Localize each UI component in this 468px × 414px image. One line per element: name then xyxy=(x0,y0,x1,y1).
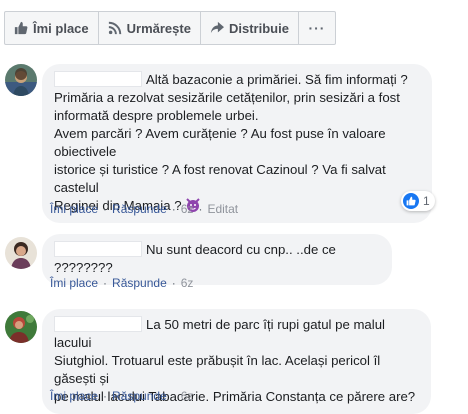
redacted-author-name[interactable] xyxy=(54,241,142,257)
comment-line: Altă bazaconie a primăriei. Să fim infor… xyxy=(54,71,420,89)
comment-timestamp[interactable]: 6z xyxy=(181,202,194,216)
comment-line: Nu sunt deacord cu cnp.. ..de ce ???????… xyxy=(54,241,336,275)
avatar[interactable] xyxy=(5,311,37,343)
comment-line: Primăria a rezolvat sesizările cetățenil… xyxy=(54,90,400,105)
share-button-label: Distribuie xyxy=(228,20,289,36)
share-button[interactable]: Distribuie xyxy=(201,12,299,44)
reaction-summary[interactable]: 1 xyxy=(401,191,435,211)
comment-line: informată despre problemele urbei. xyxy=(54,108,259,123)
redacted-author-name[interactable] xyxy=(54,316,142,332)
follow-button[interactable]: Urmărește xyxy=(99,12,201,44)
edited-label[interactable]: Editat xyxy=(207,202,238,216)
comment-like-link[interactable]: Îmi place xyxy=(50,389,98,403)
comment-meta: Îmi place · Răspunde · 6z xyxy=(50,389,194,403)
comment-timestamp[interactable]: 6z xyxy=(181,389,194,403)
comment-like-link[interactable]: Îmi place xyxy=(50,276,98,290)
thumbs-up-icon xyxy=(14,21,28,35)
comment-line: istorice și turistice ? A fost renovat C… xyxy=(54,162,386,195)
comment-like-link[interactable]: Îmi place xyxy=(50,202,98,216)
comment-bubble: Altă bazaconie a primăriei. Să fim infor… xyxy=(42,64,432,223)
comment-meta: Îmi place · Răspunde · 6z · Editat xyxy=(50,202,239,216)
more-options-button[interactable]: ··· xyxy=(299,12,335,44)
comment-line: Avem parcări ? Avem curățenie ? Au fost … xyxy=(54,126,386,159)
like-button-label: Îmi place xyxy=(33,20,89,36)
comment-line: La 50 metri de parc îți rupi gatul pe ma… xyxy=(54,316,385,350)
redacted-author-name[interactable] xyxy=(54,71,142,87)
avatar[interactable] xyxy=(5,237,37,269)
reaction-count: 1 xyxy=(423,194,430,208)
comment-meta: Îmi place · Răspunde · 6z xyxy=(50,276,194,290)
post-action-bar: Îmi place Urmărește Distribuie ··· xyxy=(4,11,336,45)
more-options-label: ··· xyxy=(308,20,326,36)
avatar[interactable] xyxy=(5,64,37,96)
comment-timestamp[interactable]: 6z xyxy=(181,276,194,290)
comment-reply-link[interactable]: Răspunde xyxy=(112,389,167,403)
share-arrow-icon xyxy=(210,21,224,34)
like-reaction-icon xyxy=(403,193,419,209)
follow-button-label: Urmărește xyxy=(126,20,191,36)
rss-icon xyxy=(108,21,121,35)
like-button[interactable]: Îmi place xyxy=(5,12,99,44)
comment-reply-link[interactable]: Răspunde xyxy=(112,276,167,290)
comment-reply-link[interactable]: Răspunde xyxy=(112,202,167,216)
comment-line: Siutghiol. Trotuarul este prăbușit în la… xyxy=(54,353,381,386)
